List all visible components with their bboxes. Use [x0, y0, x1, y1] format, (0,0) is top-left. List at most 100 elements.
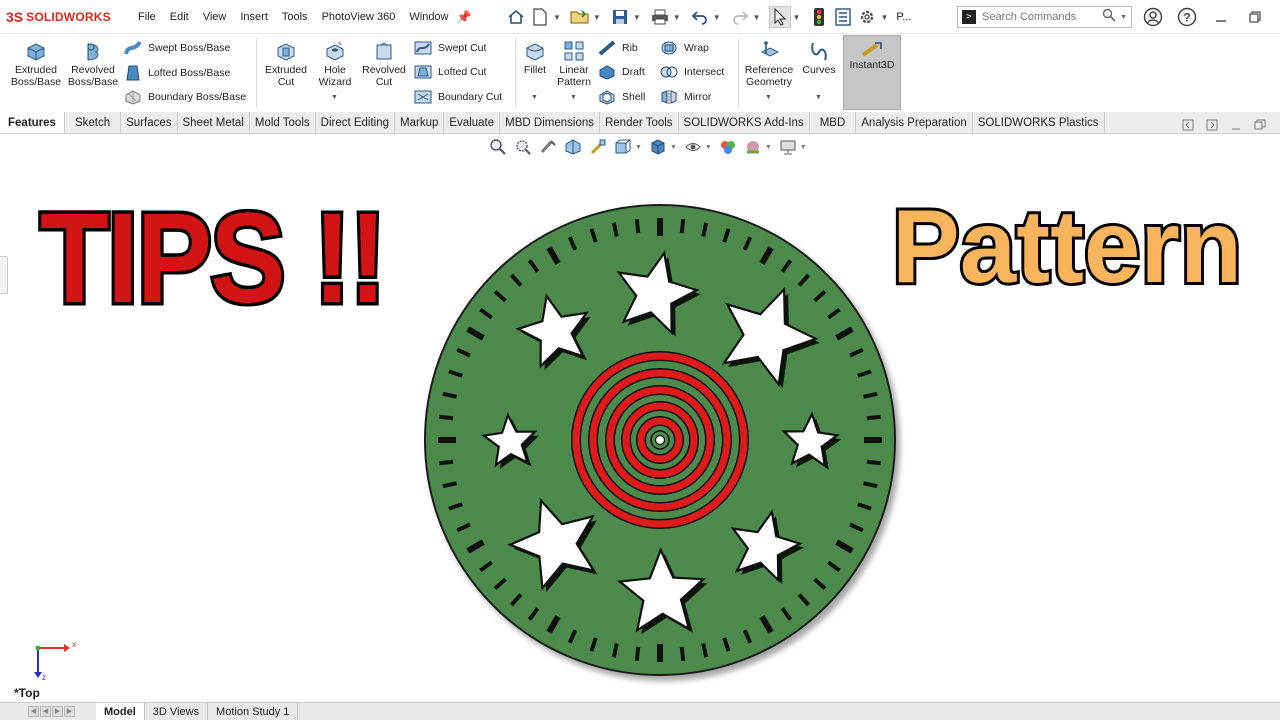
tab-evaluate[interactable]: Evaluate	[444, 112, 501, 133]
previous-view-icon[interactable]	[538, 138, 558, 156]
revolved-boss-button[interactable]: Revolved Boss/Base	[66, 40, 120, 88]
section-view-icon[interactable]	[563, 138, 583, 156]
reference-geometry-button[interactable]: Reference Geometry	[742, 40, 796, 88]
options-gear-icon[interactable]	[856, 6, 878, 28]
linear-pattern-dropdown-icon[interactable]: ▼	[570, 94, 577, 101]
boundary-cut-button[interactable]: Boundary Cut	[414, 89, 502, 105]
feature-manager-collapse-handle[interactable]	[0, 256, 8, 294]
hide-show-dropdown-icon[interactable]: ▼	[705, 144, 712, 151]
view-settings-dropdown-icon[interactable]: ▼	[800, 144, 807, 151]
options-dropdown-icon[interactable]: ▼	[880, 13, 888, 22]
tab-surfaces[interactable]: Surfaces	[121, 112, 178, 133]
search-input[interactable]	[982, 11, 1100, 23]
instant3d-button[interactable]: Instant3D	[843, 35, 901, 110]
menu-view[interactable]: View	[203, 11, 227, 23]
menu-photoview[interactable]: PhotoView 360	[322, 11, 396, 23]
print-icon[interactable]	[649, 6, 671, 28]
save-dropdown-icon[interactable]: ▼	[633, 13, 641, 22]
hide-show-items-icon[interactable]	[683, 138, 703, 156]
menu-window[interactable]: Window	[409, 11, 448, 23]
extruded-cut-button[interactable]: Extruded Cut	[262, 40, 310, 88]
swept-boss-button[interactable]: Swept Boss/Base	[124, 40, 230, 56]
menu-insert[interactable]: Insert	[240, 11, 268, 23]
tab-3d-views[interactable]: 3D Views	[145, 703, 209, 720]
apply-scene-dropdown-icon[interactable]: ▼	[765, 144, 772, 151]
tab-solidworks-add-ins[interactable]: SOLIDWORKS Add-Ins	[679, 112, 810, 133]
scroll-last-icon[interactable]: ▶	[64, 706, 75, 717]
solidworks-logo[interactable]: 3S SOLIDWORKS	[6, 9, 126, 25]
new-document-icon[interactable]	[529, 6, 551, 28]
tab-mold-tools[interactable]: Mold Tools	[250, 112, 316, 133]
tab-sketch[interactable]: Sketch	[65, 112, 122, 133]
restore-document-icon[interactable]	[1252, 118, 1268, 132]
toolbar-overflow[interactable]: P...	[896, 11, 911, 23]
reference-geometry-dropdown-icon[interactable]: ▼	[765, 94, 772, 101]
select-arrow-icon[interactable]	[768, 6, 791, 28]
view-settings-icon[interactable]	[778, 138, 798, 156]
apply-scene-icon[interactable]	[743, 138, 763, 156]
hole-wizard-button[interactable]: Hole Wizard	[314, 40, 356, 88]
fillet-dropdown-icon[interactable]: ▼	[531, 94, 538, 101]
menu-file[interactable]: File	[138, 11, 156, 23]
tab-sheet-metal[interactable]: Sheet Metal	[178, 112, 250, 133]
menu-tools[interactable]: Tools	[282, 11, 308, 23]
boundary-boss-button[interactable]: Boundary Boss/Base	[124, 89, 246, 105]
intersect-button[interactable]: Intersect	[660, 64, 724, 80]
display-style-dropdown-icon[interactable]: ▼	[670, 144, 677, 151]
view-orientation-icon[interactable]	[613, 138, 633, 156]
wrap-button[interactable]: Wrap	[660, 40, 709, 56]
tab-direct-editing[interactable]: Direct Editing	[316, 112, 396, 133]
undo-dropdown-icon[interactable]: ▼	[713, 13, 721, 22]
swept-cut-button[interactable]: Swept Cut	[414, 40, 486, 56]
revolved-cut-button[interactable]: Revolved Cut	[360, 40, 408, 88]
tab-markup[interactable]: Markup	[395, 112, 445, 133]
curves-button[interactable]: Curves	[800, 40, 838, 76]
help-icon[interactable]: ?	[1176, 6, 1198, 28]
linear-pattern-button[interactable]: Linear Pattern	[554, 40, 594, 88]
next-window-icon[interactable]	[1204, 118, 1220, 132]
tab-model[interactable]: Model	[96, 703, 145, 720]
search-dropdown-icon[interactable]: ▼	[1120, 14, 1127, 21]
scroll-next-icon[interactable]: ▶	[52, 706, 63, 717]
restore-window-icon[interactable]	[1244, 6, 1266, 28]
new-dropdown-icon[interactable]: ▼	[553, 13, 561, 22]
user-account-icon[interactable]	[1142, 6, 1164, 28]
tab-mbd[interactable]: MBD	[810, 112, 857, 133]
open-folder-icon[interactable]	[569, 6, 591, 28]
mirror-button[interactable]: Mirror	[660, 89, 711, 105]
fillet-button[interactable]: Fillet	[518, 40, 552, 76]
display-style-icon[interactable]	[648, 138, 668, 156]
tab-mbd-dimensions[interactable]: MBD Dimensions	[500, 112, 600, 133]
lofted-boss-button[interactable]: Lofted Boss/Base	[124, 64, 230, 82]
home-icon[interactable]	[505, 6, 527, 28]
minimize-window-icon[interactable]	[1210, 6, 1232, 28]
lofted-cut-button[interactable]: Lofted Cut	[414, 64, 486, 80]
redo-icon[interactable]	[729, 6, 751, 28]
rebuild-traffic-light-icon[interactable]	[808, 6, 830, 28]
dynamic-annotation-icon[interactable]	[588, 138, 608, 156]
open-dropdown-icon[interactable]: ▼	[593, 13, 601, 22]
redo-dropdown-icon[interactable]: ▼	[753, 13, 761, 22]
menu-edit[interactable]: Edit	[170, 11, 189, 23]
tab-features[interactable]: Features	[0, 112, 65, 133]
tab-render-tools[interactable]: Render Tools	[600, 112, 679, 133]
scroll-prev-icon[interactable]: ◀	[40, 706, 51, 717]
tab-motion-study[interactable]: Motion Study 1	[208, 703, 299, 720]
undo-icon[interactable]	[689, 6, 711, 28]
draft-button[interactable]: Draft	[598, 64, 645, 80]
tab-solidworks-plastics[interactable]: SOLIDWORKS Plastics	[973, 112, 1105, 133]
edit-appearance-icon[interactable]	[718, 138, 738, 156]
previous-window-icon[interactable]	[1180, 118, 1196, 132]
tab-analysis-preparation[interactable]: Analysis Preparation	[856, 112, 973, 133]
part-model[interactable]	[420, 202, 910, 692]
zoom-to-area-icon[interactable]	[513, 138, 533, 156]
rib-button[interactable]: Rib	[598, 40, 638, 56]
print-dropdown-icon[interactable]: ▼	[673, 13, 681, 22]
select-dropdown-icon[interactable]: ▼	[793, 13, 801, 22]
zoom-to-fit-icon[interactable]	[488, 138, 508, 156]
graphics-area[interactable]: ▼ ▼ ▼ ▼ ▼ TIPS !! Pattern x z *Top	[0, 134, 1280, 702]
extruded-boss-button[interactable]: Extruded Boss/Base	[10, 40, 62, 88]
pin-menu-icon[interactable]: 📌	[457, 10, 472, 24]
scroll-first-icon[interactable]: ◀	[28, 706, 39, 717]
shell-button[interactable]: Shell	[598, 89, 645, 105]
